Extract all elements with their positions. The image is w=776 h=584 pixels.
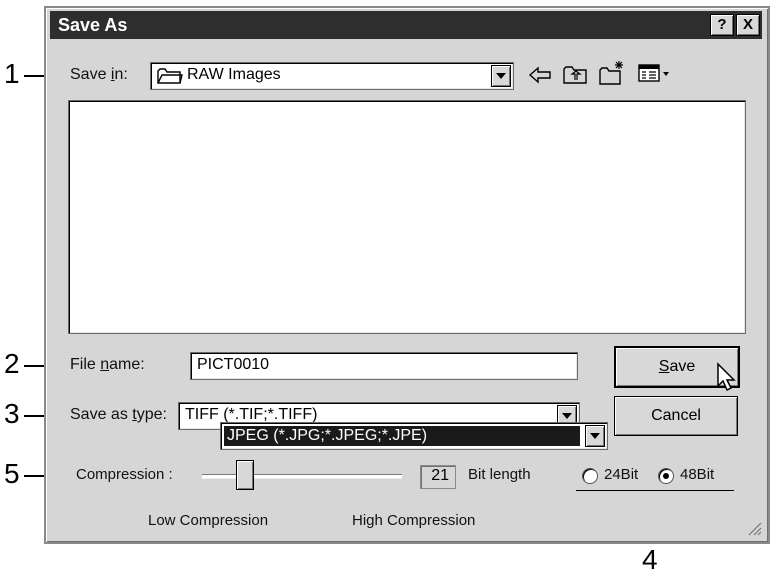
- file-type-option-highlight[interactable]: JPEG (*.JPG;*.JPEG;*.JPE): [224, 426, 580, 446]
- compression-slider-track[interactable]: [202, 474, 402, 479]
- mouse-cursor-icon: [717, 362, 736, 392]
- file-name-label: File name:: [70, 356, 145, 373]
- file-name-value: PICT0010: [197, 356, 270, 373]
- help-button[interactable]: ?: [710, 14, 734, 36]
- callout-1: 1: [4, 58, 20, 89]
- bit-length-label: Bit length: [468, 466, 531, 483]
- low-compression-label: Low Compression: [148, 512, 269, 529]
- title-bar: Save As ? X: [50, 11, 762, 39]
- radio-24bit-label: 24Bit: [604, 466, 639, 483]
- radio-48bit-label: 48Bit: [680, 466, 715, 483]
- file-type-option-jpeg: JPEG (*.JPG;*.JPEG;*.JPE): [227, 427, 428, 444]
- compression-value-box: 21: [420, 465, 456, 489]
- resize-grip-icon[interactable]: [746, 520, 762, 536]
- close-button[interactable]: X: [736, 14, 760, 36]
- callout-5: 5: [4, 458, 20, 489]
- cancel-button-label: Cancel: [651, 407, 701, 424]
- file-type-popup-arrow[interactable]: [585, 425, 605, 447]
- compression-slider-thumb[interactable]: [236, 460, 254, 490]
- cancel-button[interactable]: Cancel: [614, 396, 738, 436]
- radio-48bit[interactable]: [658, 468, 674, 484]
- save-in-dropdown[interactable]: RAW Images: [150, 62, 514, 90]
- view-menu-icon[interactable]: [638, 63, 672, 85]
- save-as-dialog: Save As ? X Save in: RAW Images File nam…: [44, 6, 770, 544]
- compression-value: 21: [431, 467, 449, 484]
- save-in-label: Save in:: [70, 66, 128, 83]
- dialog-title: Save As: [58, 15, 128, 35]
- new-folder-icon[interactable]: [598, 60, 626, 86]
- bit-length-underline: [576, 490, 734, 491]
- high-compression-label: High Compression: [352, 512, 476, 529]
- file-type-dropdown-popup[interactable]: JPEG (*.JPG;*.JPEG;*.JPE): [220, 422, 608, 450]
- file-name-input[interactable]: PICT0010: [190, 352, 578, 380]
- folder-icon: [157, 68, 183, 84]
- callout-2: 2: [4, 348, 20, 379]
- save-in-value: RAW Images: [187, 66, 281, 83]
- compression-label: Compression :: [76, 466, 173, 483]
- back-icon[interactable]: [528, 66, 552, 84]
- callout-3: 3: [4, 398, 20, 429]
- save-as-type-label: Save as type:: [70, 406, 167, 423]
- up-folder-icon[interactable]: [562, 63, 588, 85]
- save-in-dropdown-arrow[interactable]: [491, 65, 511, 87]
- file-list-area[interactable]: [68, 100, 746, 334]
- radio-24bit[interactable]: [582, 468, 598, 484]
- callout-4: 4: [642, 544, 658, 575]
